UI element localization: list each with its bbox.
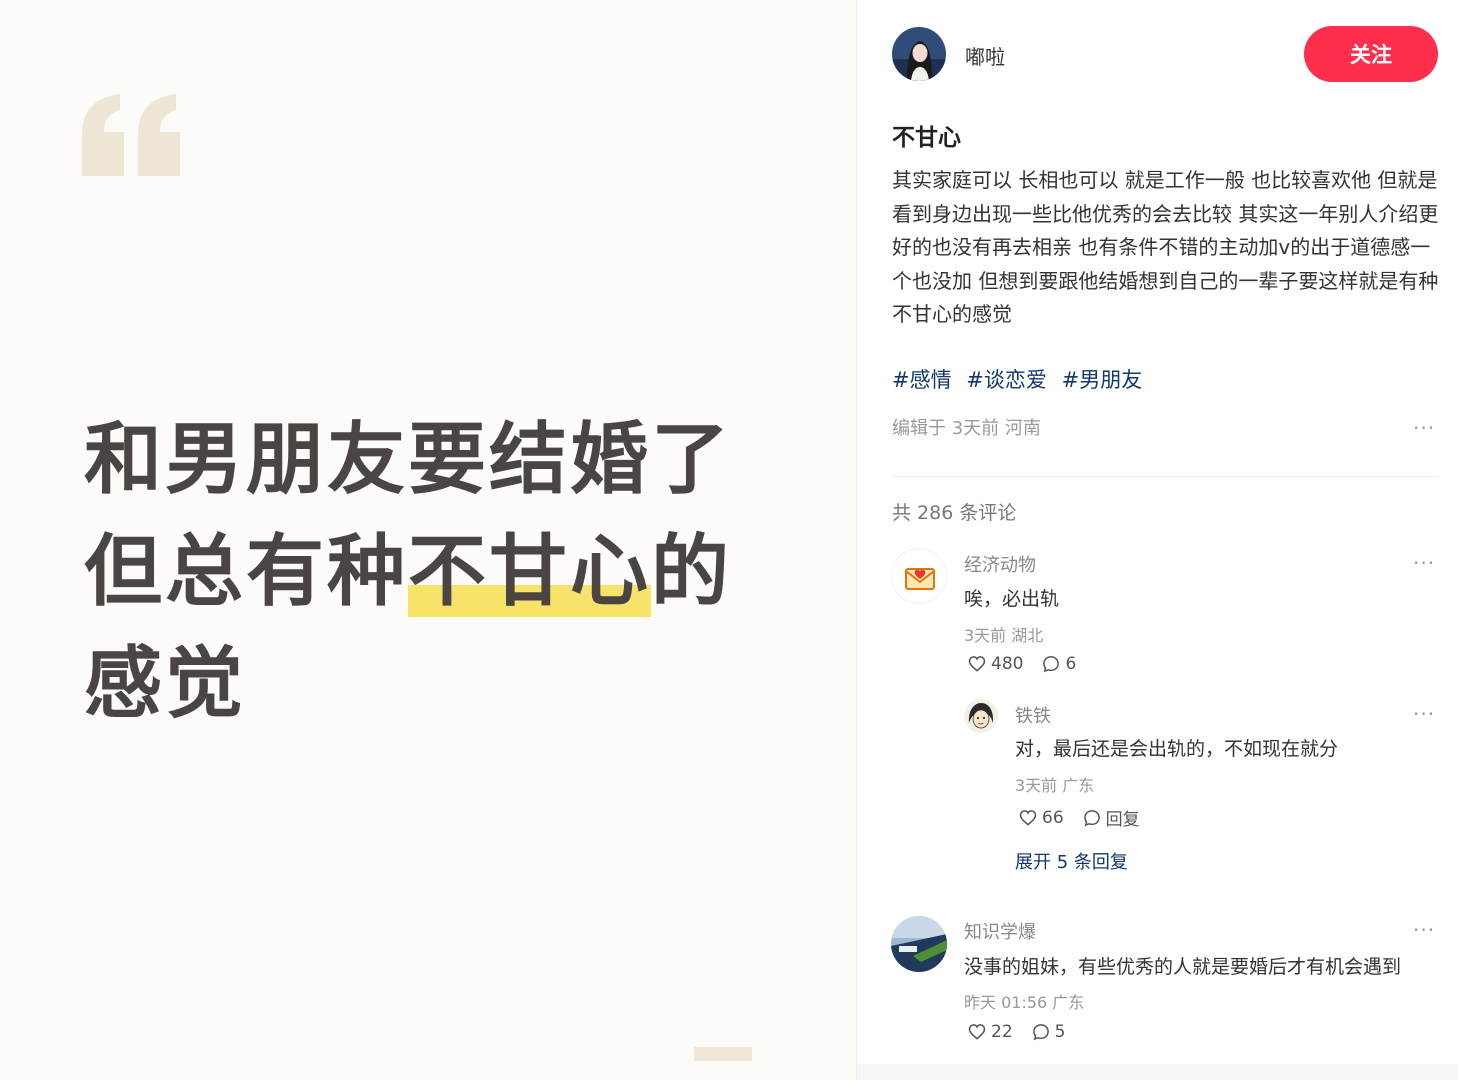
comment-user[interactable]: 经济动物 [964,551,1036,577]
reply-count: 6 [1065,654,1077,674]
note-meta: 编辑于 3天前 河南 [892,418,1041,439]
like-button[interactable]: 22 [967,1022,1013,1042]
note-body: 其实家庭可以 长相也可以 就是工作一般 也比较喜欢他 但就是看到身边出现一些比他… [892,168,1439,327]
tag-item[interactable]: #谈恋爱 [966,368,1047,392]
comment-text: 对，最后还是会出轨的，不如现在就分 [1015,738,1339,760]
comment-icon [1083,809,1100,826]
more-icon[interactable]: ··· [1413,416,1435,440]
like-button[interactable]: 66 [1018,808,1064,828]
reply-button[interactable]: 6 [1041,654,1076,674]
note-image[interactable]: 和男朋友要结婚了 但总有种不甘心的 感觉 [0,0,857,1080]
comment-user[interactable]: 知识学爆 [964,918,1036,944]
more-icon[interactable]: ··· [1413,551,1435,575]
envelope-heart-icon [892,549,946,603]
comment-icon [1032,1024,1049,1041]
comment-actions: 22 5 [967,1022,1083,1042]
reply-label: 回复 [1105,810,1140,830]
comment-meta: 3天前 湖北 [964,626,1044,645]
reply-button[interactable]: 5 [1031,1022,1066,1042]
comment-text: 唉，必出轨 [964,588,1060,610]
follow-button[interactable]: 关注 [1304,26,1438,82]
bottom-shade [857,1064,1458,1080]
headline-part: 但总有种 [84,527,409,617]
image-bottom-mark [694,1047,752,1061]
tag-list: #感情 #谈恋爱 #男朋友 [892,364,1150,394]
tag-item[interactable]: #男朋友 [1062,368,1143,392]
comment-avatar[interactable] [964,699,998,733]
headline-part: 的 [651,527,733,617]
heart-icon [968,1024,986,1040]
comment-actions: 66 回复 [1018,805,1158,830]
image-headline: 和男朋友要结婚了 但总有种不甘心的 感觉 [84,404,804,740]
like-count: 22 [991,1022,1013,1042]
heart-icon [968,656,986,672]
comment-avatar[interactable] [891,916,947,972]
avatar-image [964,699,998,733]
like-count: 480 [991,654,1024,674]
note-title: 不甘心 [892,125,961,151]
reply-count: 5 [1054,1022,1066,1042]
more-icon[interactable]: ··· [1413,918,1435,942]
comment-count: 共 286 条评论 [892,502,1017,524]
avatar-image [891,916,947,972]
reply-button[interactable]: 回复 [1082,805,1140,830]
comment-text: 没事的姐妹，有些优秀的人就是要婚后才有机会遇到 [964,956,1402,978]
headline-line-2: 但总有种不甘心的 [84,516,804,628]
author-avatar[interactable] [892,27,946,81]
comment-user[interactable]: 铁铁 [1015,702,1051,728]
comment-meta: 昨天 01:56 广东 [964,993,1085,1012]
like-button[interactable]: 480 [967,654,1023,674]
note-detail-panel: 嘟啦 关注 不甘心 其实家庭可以 长相也可以 就是工作一般 也比较喜欢他 但就是… [857,0,1458,1080]
comment-meta: 3天前 广东 [1015,776,1095,795]
author-avatar-image [892,27,946,81]
comment-icon [1043,656,1060,673]
quote-icon [82,94,180,176]
author-name[interactable]: 嘟啦 [965,41,1005,70]
more-icon[interactable]: ··· [1413,702,1435,726]
tag-item[interactable]: #感情 [892,368,952,392]
headline-highlight: 不甘心 [408,527,652,617]
headline-line-1: 和男朋友要结婚了 [84,415,733,505]
comment-actions: 480 6 [967,654,1094,674]
comment-avatar[interactable] [891,548,947,604]
headline-line-3: 感觉 [84,639,247,729]
expand-replies-link[interactable]: 展开 5 条回复 [1015,848,1128,874]
divider [892,476,1438,477]
heart-icon [1019,809,1037,826]
author-row: 嘟啦 关注 [891,26,1439,84]
like-count: 66 [1042,807,1064,828]
